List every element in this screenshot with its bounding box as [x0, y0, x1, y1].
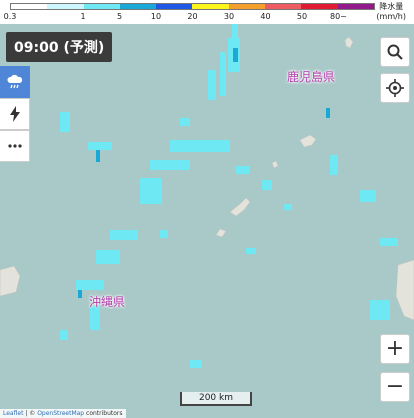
precipitation-legend: 0.3 1 5 10 20 30 40 50 80~ 降水量 (mm/h) [0, 0, 414, 24]
legend-color-swatch [156, 4, 193, 9]
map-label-kagoshima: 鹿児島県 [287, 70, 336, 84]
legend-unit-label: 降水量 [379, 2, 404, 11]
legend-tick-label: 50 [296, 12, 308, 21]
scale-bar: 200 km [180, 392, 252, 406]
leaflet-link[interactable]: Leaflet [3, 410, 23, 417]
map-background [0, 0, 414, 418]
map-canvas[interactable] [0, 0, 414, 418]
legend-color-swatch [228, 4, 266, 9]
map-label-okinawa: 沖縄県 [89, 295, 126, 309]
legend-color-swatch [301, 4, 338, 9]
rain-cloud-icon [6, 74, 22, 89]
search-icon [387, 44, 403, 60]
legend-tick-label: 80~ [330, 12, 347, 21]
legend-tick-label: 5 [116, 12, 123, 21]
map-attribution: Leaflet | © OpenStreetMap contributors [0, 409, 126, 418]
legend-color-bar [10, 3, 375, 10]
rain-layer-button[interactable] [0, 66, 30, 98]
legend-color-swatch [11, 4, 48, 9]
lightning-layer-button[interactable] [0, 98, 30, 130]
legend-color-swatch [83, 4, 120, 9]
lightning-icon [9, 106, 20, 122]
legend-unit-value: (mm/h) [376, 12, 406, 21]
locate-button[interactable] [380, 73, 410, 103]
legend-tick-label: 10 [150, 12, 162, 21]
legend-color-swatch [337, 4, 374, 9]
attribution-separator: | © [23, 410, 38, 417]
zoom-out-button[interactable]: − [380, 372, 410, 402]
more-options-button[interactable] [0, 130, 30, 162]
locate-icon [386, 79, 404, 97]
forecast-time-badge: 09:00 (予測) [6, 32, 113, 62]
legend-color-swatch [192, 4, 229, 9]
legend-tick-label: 40 [260, 12, 271, 21]
legend-color-swatch [47, 4, 84, 9]
more-dots-icon [7, 144, 22, 148]
attribution-contributors: contributors [84, 410, 123, 417]
osm-link[interactable]: OpenStreetMap [37, 410, 84, 417]
legend-tick-label: 20 [187, 12, 198, 21]
zoom-out-icon: − [385, 374, 405, 399]
legend-unit: 降水量 (mm/h) [376, 2, 406, 22]
legend-color-swatch [265, 4, 302, 9]
zoom-in-icon: + [385, 336, 405, 361]
search-button[interactable] [380, 37, 410, 67]
legend-tick-label: 1 [80, 12, 86, 21]
legend-tick-label: 0.3 [3, 12, 17, 21]
legend-color-swatch [119, 4, 157, 9]
legend-tick-label: 30 [223, 12, 235, 21]
zoom-in-button[interactable]: + [380, 334, 410, 364]
